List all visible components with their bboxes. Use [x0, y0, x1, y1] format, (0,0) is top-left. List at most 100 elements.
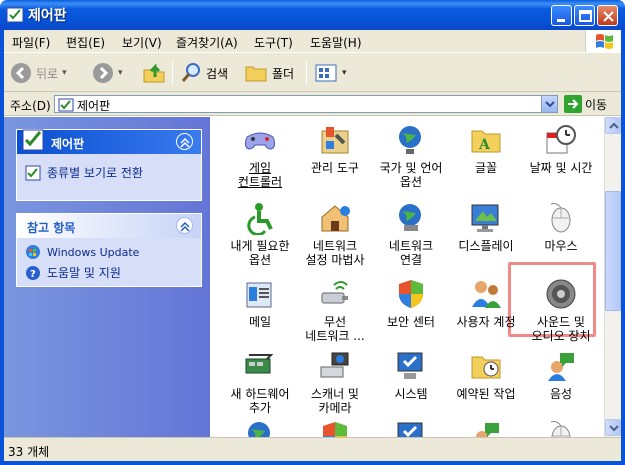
back-label: 뒤로 [36, 66, 59, 81]
control-panel-item[interactable]: 메일 [222, 277, 298, 329]
item-label: 오디오 장치 [531, 329, 591, 343]
back-button[interactable]: 뒤로 ▾ [10, 61, 67, 85]
control-panel-item[interactable]: 보안 센터 [373, 277, 449, 329]
control-panel-item[interactable] [222, 419, 298, 437]
address-value: 제어판 [77, 99, 111, 113]
control-panel-icon [58, 98, 74, 112]
menu-favorites[interactable]: 즐겨찾기(A) [176, 34, 238, 51]
control-panel-item[interactable]: 네트워크 설정 마법사 [297, 201, 373, 267]
user-accounts-icon [469, 277, 503, 311]
item-label: 컨트롤러 [237, 175, 283, 189]
switch-view-link[interactable]: 종류별 보기로 전환 [25, 164, 143, 181]
window-border [0, 461, 625, 465]
scroll-up-button[interactable] [605, 117, 621, 134]
control-panel-item[interactable]: 네트워크 연결 [373, 201, 449, 267]
maximize-button[interactable] [574, 5, 595, 26]
add-hardware-icon [243, 349, 277, 383]
scroll-thumb[interactable] [605, 191, 621, 311]
minimize-button[interactable] [551, 5, 572, 26]
menu-tools[interactable]: 도구(T) [254, 34, 293, 51]
control-panel-item[interactable]: 관리 도구 [297, 123, 373, 175]
chevron-up-icon [180, 221, 190, 232]
collapse-button[interactable] [176, 217, 193, 234]
see-also-panel: 참고 항목 Windows Update ? 도움말 및 지원 [16, 213, 202, 287]
control-panel-item[interactable]: 사운드 및 오디오 장치 [523, 277, 599, 343]
mail-icon [243, 277, 277, 311]
status-bar: 33 개체 [4, 437, 621, 461]
item-label: 디스플레이 [458, 239, 514, 253]
item-label: 사용자 계정 [456, 315, 516, 329]
vertical-scrollbar[interactable] [604, 117, 621, 437]
item-label: 마우스 [544, 239, 578, 253]
svg-text:?: ? [30, 269, 36, 280]
security-shield-icon [394, 277, 428, 311]
views-button[interactable]: ▾ [314, 61, 347, 85]
network-globe-icon [394, 201, 428, 235]
chevron-down-icon[interactable]: ▾ [118, 68, 123, 78]
control-panel-item[interactable] [373, 419, 449, 437]
speaker-icon [544, 277, 578, 311]
toolbar: 뒤로 ▾ ▾ 검색 폴더 ▾ [4, 52, 621, 92]
control-panel-item[interactable]: 예약된 작업 [448, 349, 524, 401]
task-pane: 제어판 종류별 보기로 전환 참고 항목 Windows Update ? 도움… [4, 117, 210, 437]
windows-update-icon [26, 245, 40, 259]
scheduled-tasks-icon [469, 349, 503, 383]
menu-file[interactable]: 파일(F) [12, 34, 50, 51]
menu-help[interactable]: 도움말(H) [310, 34, 362, 51]
control-panel-item[interactable]: 게임 컨트롤러 [222, 123, 298, 189]
go-button[interactable]: 이동 [564, 95, 607, 113]
control-panel-item[interactable] [523, 419, 599, 437]
item-label: 사운드 및 [537, 315, 585, 329]
menu-view[interactable]: 보기(V) [122, 34, 162, 51]
title-bar: 제어판 [0, 0, 625, 30]
control-panel-item[interactable]: 무선 네트워크 ... [297, 277, 373, 343]
chevron-up-icon [609, 122, 619, 129]
go-arrow-icon [564, 95, 582, 113]
chevron-up-icon [180, 137, 190, 148]
scroll-down-button[interactable] [605, 419, 621, 436]
panel-header[interactable]: 제어판 [17, 129, 201, 154]
control-panel-item[interactable]: 사용자 계정 [448, 277, 524, 329]
item-label: 옵션 [248, 253, 272, 267]
control-panel-item[interactable]: A 글꼴 [448, 123, 524, 175]
collapse-button[interactable] [176, 133, 193, 150]
control-panel-item[interactable]: 내게 필요한 옵션 [222, 201, 298, 267]
menu-edit[interactable]: 편집(E) [66, 34, 105, 51]
go-label: 이동 [585, 97, 608, 112]
back-arrow-icon [11, 63, 31, 83]
help-support-label: 도움말 및 지원 [47, 266, 121, 280]
control-panel-item[interactable]: 마우스 [523, 201, 599, 253]
forward-arrow-icon [93, 63, 113, 83]
forward-button[interactable]: ▾ [92, 61, 123, 85]
search-button[interactable]: 검색 [180, 61, 228, 85]
address-dropdown-button[interactable] [541, 96, 557, 112]
panel-header[interactable]: 참고 항목 [17, 214, 201, 238]
control-panel-item[interactable]: 시스템 [373, 349, 449, 401]
item-label: 네트워크 [312, 239, 358, 253]
fonts-folder-icon: A [469, 123, 503, 157]
speech-icon [544, 349, 578, 383]
control-panel-item[interactable]: 날짜 및 시간 [523, 123, 599, 175]
admin-tools-icon [318, 123, 352, 157]
control-panel-item[interactable]: 디스플레이 [448, 201, 524, 253]
mouse-icon [544, 419, 578, 437]
control-panel-item[interactable]: 음성 [523, 349, 599, 401]
globe-clock-icon [394, 123, 428, 157]
help-support-link[interactable]: ? 도움말 및 지원 [25, 264, 121, 281]
item-label: 시스템 [394, 387, 428, 401]
control-panel-item[interactable] [297, 419, 373, 437]
control-panel-item[interactable]: 국가 및 언어 옵션 [373, 123, 449, 189]
chevron-down-icon[interactable]: ▾ [342, 68, 347, 78]
control-panel-item[interactable] [448, 419, 524, 437]
chevron-down-icon[interactable]: ▾ [62, 68, 67, 78]
control-panel-icon [22, 129, 44, 151]
up-folder-button[interactable] [142, 61, 166, 85]
address-field[interactable]: 제어판 [54, 95, 558, 113]
close-button[interactable] [597, 5, 618, 26]
windows-update-link[interactable]: Windows Update [25, 244, 139, 260]
control-panel-item[interactable]: 스캐너 및 카메라 [297, 349, 373, 415]
control-panel-item[interactable]: 새 하드웨어 추가 [222, 349, 298, 415]
svg-text:A: A [478, 137, 491, 153]
item-label: 음성 [549, 387, 573, 401]
folders-button[interactable]: 폴더 [244, 61, 294, 85]
